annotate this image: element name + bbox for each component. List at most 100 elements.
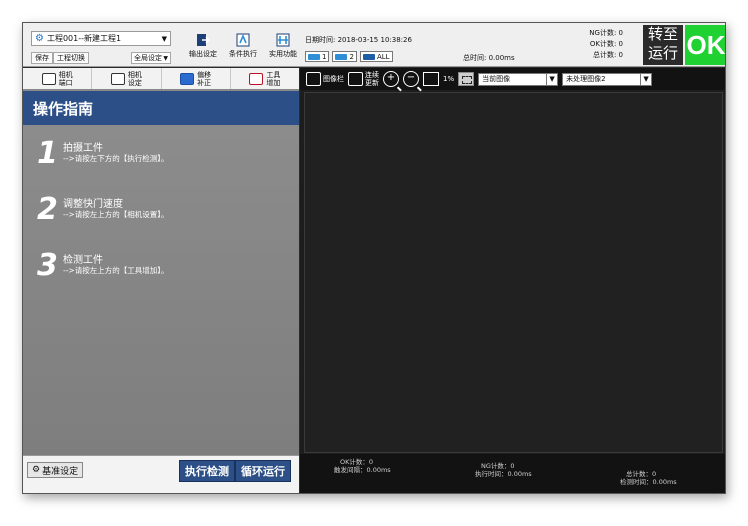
step-number: 1 xyxy=(37,136,58,171)
condition-execute-icon xyxy=(236,33,250,47)
execute-detection-button[interactable]: 执行检测 xyxy=(179,460,235,482)
continuous-update-label: 更新 xyxy=(365,79,379,87)
counts-block: NG计数: 0 OK计数: 0 总计数: 0 xyxy=(563,28,623,61)
left-tabs: 相机 端口 相机 设定 偏移 补正 工具 增加 xyxy=(23,68,299,90)
app-window: ⚙ 工程001--新建工程1 ▼ 保存 工程切换 全局设定 ▼ 输出设定 条件执… xyxy=(22,22,726,494)
tab-label: 偏移 xyxy=(197,70,212,79)
step-description: -->请按左下方的【执行检测】。 xyxy=(63,154,169,163)
loop-run-button[interactable]: 循环运行 xyxy=(235,460,291,482)
save-button[interactable]: 保存 xyxy=(31,52,53,64)
output-settings-button[interactable]: 输出设定 xyxy=(183,33,223,65)
goto-run-line1: 转至 xyxy=(647,25,678,43)
camera-icon xyxy=(308,53,320,60)
camera-1-button[interactable]: 1 xyxy=(305,51,330,62)
tab-label: 设定 xyxy=(127,78,142,87)
step-title: 调整快门速度 xyxy=(63,199,123,210)
zoom-level: 1% xyxy=(443,75,455,83)
left-panel: 相机 端口 相机 设定 偏移 补正 工具 增加 操作指南 1 拍摄工件 -->请按左下方… xyxy=(23,68,299,493)
result-indicator: OK xyxy=(685,25,725,65)
tab-label: 相机 xyxy=(58,70,73,79)
image-bar-icon xyxy=(306,72,321,86)
top-toolbar: ⚙ 工程001--新建工程1 ▼ 保存 工程切换 全局设定 ▼ 输出设定 条件执… xyxy=(23,23,725,67)
datetime-readout: 日期时间: 2018-03-15 10:38:26 xyxy=(305,36,412,44)
tab-camera-port[interactable]: 相机 端口 xyxy=(23,68,93,89)
status-detect-time: 检测时间：0.00ms xyxy=(620,478,677,486)
tab-label: 工具 xyxy=(266,70,281,79)
guide-body: 1 拍摄工件 -->请按左下方的【执行检测】。 2 调整快门速度 -->请按左上… xyxy=(23,125,299,455)
camera-2-button[interactable]: 2 xyxy=(332,51,357,62)
tab-offset-correction[interactable]: 偏移 补正 xyxy=(162,68,231,89)
total-count: 总计数: 0 xyxy=(592,51,623,59)
camera-settings-icon xyxy=(110,72,125,85)
step-title: 检测工件 xyxy=(63,255,103,266)
goto-run-button[interactable]: 转至 运行 xyxy=(643,25,683,65)
status-block-ng: NG计数：0 执行时间：0.00ms xyxy=(475,462,532,478)
status-bar: OK计数：0 触发间隔：0.00ms NG计数：0 执行时间：0.00ms 总计… xyxy=(300,454,725,493)
tab-label: 相机 xyxy=(127,70,142,79)
image-source-select[interactable]: 当前图像 ▼ xyxy=(478,72,559,86)
output-settings-label: 输出设定 xyxy=(189,50,217,58)
project-name: 工程001--新建工程1 xyxy=(46,34,122,43)
base-settings-label: 基准设定 xyxy=(42,466,79,477)
chevron-down-icon: ▼ xyxy=(161,34,167,43)
tab-label: 增加 xyxy=(266,78,281,87)
image-processing-value: 未处理图像2 xyxy=(566,75,606,83)
camera-port-icon xyxy=(41,72,56,85)
status-total-count: 总计数：0 xyxy=(626,470,657,478)
continuous-update-icon xyxy=(348,72,363,86)
image-processing-select[interactable]: 未处理图像2 ▼ xyxy=(562,72,653,86)
goto-run-line2: 运行 xyxy=(647,44,678,62)
status-ok-count: OK计数：0 xyxy=(340,458,374,466)
image-canvas[interactable] xyxy=(304,92,723,453)
chevron-down-icon: ▼ xyxy=(163,54,168,62)
camera-2-label: 2 xyxy=(349,52,354,61)
zoom-out-icon[interactable]: − xyxy=(403,71,419,87)
base-settings-button[interactable]: ⚙ 基准设定 xyxy=(27,462,84,478)
image-source-value: 当前图像 xyxy=(482,75,511,83)
camera-selector: 1 2 ALL xyxy=(305,51,393,62)
chevron-down-icon: ▼ xyxy=(640,73,652,85)
camera-icon xyxy=(362,53,375,60)
tab-label: 补正 xyxy=(197,78,212,87)
chevron-down-icon: ▼ xyxy=(546,73,558,85)
step-description: -->请按左上方的【相机设置】。 xyxy=(63,210,169,219)
offset-correction-icon xyxy=(180,72,195,85)
step-number: 3 xyxy=(37,248,58,283)
global-settings-label: 全局设定 xyxy=(134,54,162,62)
status-block-ok: OK计数：0 触发间隔：0.00ms xyxy=(334,458,391,474)
utility-icon xyxy=(276,33,290,47)
condition-execute-button[interactable]: 条件执行 xyxy=(223,33,263,65)
roi-grid-icon[interactable] xyxy=(458,72,475,86)
image-bar-button[interactable]: 图像栏 xyxy=(306,72,344,86)
global-settings-select[interactable]: 全局设定 ▼ xyxy=(131,52,171,64)
fit-to-window-icon[interactable] xyxy=(423,72,439,86)
status-block-total: 总计数：0 检测时间：0.00ms xyxy=(620,470,677,486)
tab-label: 端口 xyxy=(58,78,73,87)
status-exec-time: 执行时间：0.00ms xyxy=(475,470,532,478)
image-bar-label: 图像栏 xyxy=(323,75,344,83)
total-time-readout: 总时间: 0.00ms xyxy=(463,54,515,62)
continuous-update-label: 连续 xyxy=(365,71,379,79)
tab-add-tool[interactable]: 工具 增加 xyxy=(231,68,299,89)
utility-label: 实用功能 xyxy=(269,50,297,58)
camera-all-button[interactable]: ALL xyxy=(359,51,393,62)
add-tool-icon xyxy=(249,72,264,85)
utility-button[interactable]: 实用功能 xyxy=(263,33,303,65)
output-settings-icon xyxy=(196,33,211,47)
project-select[interactable]: ⚙ 工程001--新建工程1 ▼ xyxy=(31,31,171,46)
status-trigger-interval: 触发间隔：0.00ms xyxy=(334,466,391,474)
zoom-in-icon[interactable]: + xyxy=(383,71,399,87)
step-description: -->请按左上方的【工具增加】。 xyxy=(63,266,169,275)
switch-project-button[interactable]: 工程切换 xyxy=(53,52,89,64)
gear-icon: ⚙ xyxy=(32,465,41,475)
continuous-update-button[interactable]: 连续 更新 xyxy=(348,71,379,87)
tab-camera-settings[interactable]: 相机 设定 xyxy=(92,68,162,89)
gear-icon: ⚙ xyxy=(35,33,44,44)
ng-count: NG计数: 0 xyxy=(589,29,623,37)
camera-icon xyxy=(335,53,348,60)
step-title: 拍摄工件 xyxy=(63,143,103,154)
left-footer: ⚙ 基准设定 执行检测 循环运行 xyxy=(23,455,299,493)
ok-count: OK计数: 0 xyxy=(589,40,623,48)
guide-title: 操作指南 xyxy=(23,91,299,125)
condition-execute-label: 条件执行 xyxy=(229,50,257,58)
